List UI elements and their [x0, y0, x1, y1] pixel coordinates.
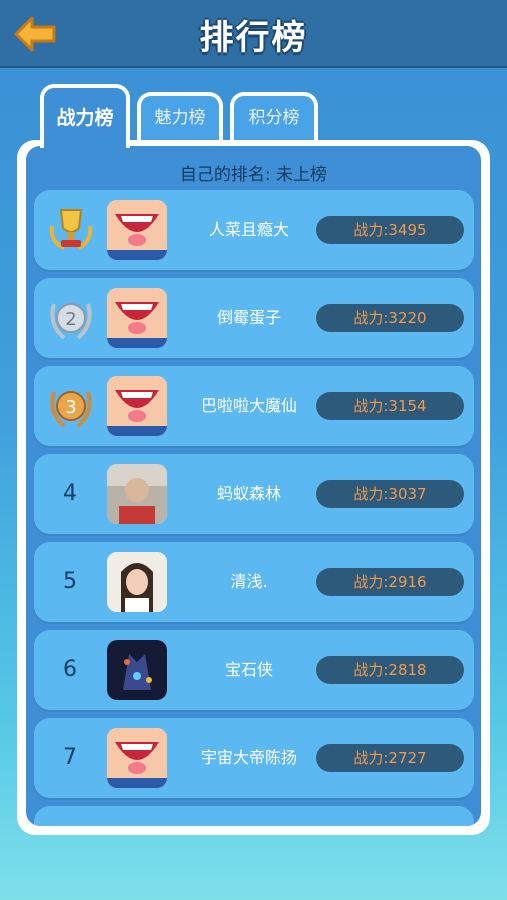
rank-number: 7 — [63, 745, 77, 770]
player-name: 宝石侠 — [224, 660, 273, 679]
leaderboard-row[interactable]: 6 宝石侠 战力:2818 — [34, 630, 474, 710]
rank-number: 5 — [63, 569, 77, 594]
bronze-medal-icon: 3 — [48, 382, 94, 430]
avatar — [107, 728, 167, 788]
leaderboard-row[interactable]: 3 巴啦啦大魔仙 战力:3154 — [34, 366, 474, 446]
avatar — [107, 288, 167, 348]
player-name: 宇宙大帝陈扬 — [200, 748, 297, 767]
rank-number: 4 — [63, 481, 77, 506]
power-badge: 战力:3220 — [316, 304, 464, 332]
page-title: 排行榜 — [199, 18, 308, 58]
player-name: 蚂蚁森林 — [216, 484, 281, 503]
leaderboard-panel: 自己的排名: 未上榜 人菜且瘾大 战力:3495 2 倒霉蛋子 战力:3220 … — [17, 140, 490, 835]
gold-trophy-icon — [48, 206, 94, 254]
power-badge: 战力:2916 — [316, 568, 464, 596]
player-name: 巴啦啦大魔仙 — [200, 396, 297, 415]
player-name: 倒霉蛋子 — [216, 308, 281, 327]
power-badge: 战力:3037 — [316, 480, 464, 508]
avatar — [107, 640, 167, 700]
leaderboard-row[interactable]: 2 倒霉蛋子 战力:3220 — [34, 278, 474, 358]
power-badge: 战力:2818 — [316, 656, 464, 684]
power-badge: 战力:3495 — [316, 216, 464, 244]
leaderboard-row[interactable]: 4 蚂蚁森林 战力:3037 — [34, 454, 474, 534]
avatar — [107, 200, 167, 260]
avatar — [107, 464, 167, 524]
top-bar: 排行榜 — [0, 0, 507, 68]
avatar — [107, 552, 167, 612]
rank-digit: 3 — [65, 397, 76, 418]
leaderboard-row[interactable]: 7 宇宙大帝陈扬 战力:2727 — [34, 718, 474, 798]
avatar — [107, 376, 167, 436]
player-name: 清浅. — [230, 572, 268, 591]
power-badge: 战力:3154 — [316, 392, 464, 420]
power-badge: 战力:2727 — [316, 744, 464, 772]
tab-charm[interactable]: 魅力榜 — [137, 92, 223, 144]
silver-medal-icon: 2 — [48, 294, 94, 342]
player-name: 人菜且瘾大 — [208, 220, 289, 239]
tab-score[interactable]: 积分榜 — [230, 92, 318, 144]
leaderboard-row[interactable]: 5 清浅. 战力:2916 — [34, 542, 474, 622]
self-rank-text: 自己的排名: 未上榜 — [179, 165, 328, 185]
leaderboard-row-partial[interactable] — [34, 806, 474, 826]
tab-power[interactable]: 战力榜 — [40, 84, 130, 148]
rank-digit: 2 — [65, 309, 76, 330]
leaderboard-list[interactable]: 自己的排名: 未上榜 人菜且瘾大 战力:3495 2 倒霉蛋子 战力:3220 … — [26, 146, 481, 826]
rank-number: 6 — [63, 657, 77, 682]
leaderboard-row[interactable]: 人菜且瘾大 战力:3495 — [34, 190, 474, 270]
